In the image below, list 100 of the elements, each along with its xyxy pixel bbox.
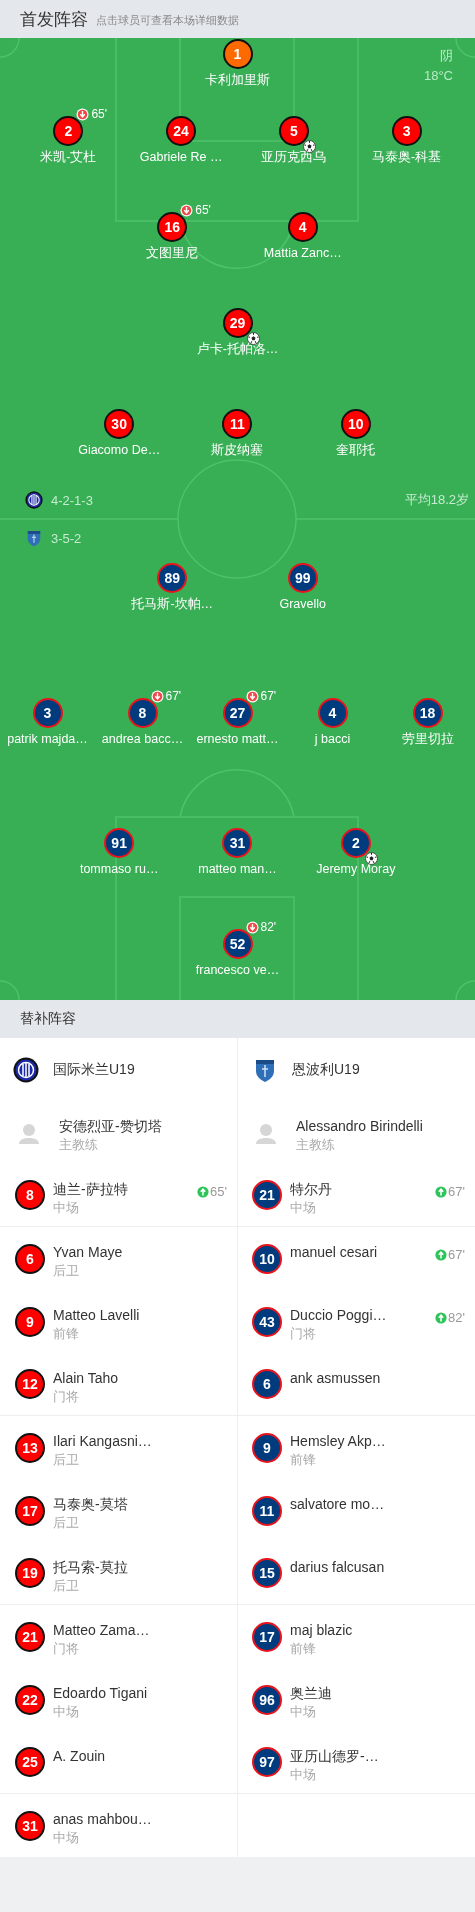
section-title: 首发阵容 xyxy=(20,8,88,31)
player-name: 奎耶托 xyxy=(336,442,376,458)
shirt-number-badge[interactable]: 9 xyxy=(15,1306,45,1337)
player-name[interactable]: Alain Taho xyxy=(53,1369,237,1387)
shirt-number-badge[interactable]: 9 xyxy=(252,1432,282,1463)
player-name[interactable]: 特尔丹 xyxy=(290,1180,428,1198)
substitution-minute: 65' xyxy=(210,1184,227,1199)
shirt-number-badge[interactable]: 31 xyxy=(15,1810,45,1841)
player-name[interactable]: darius falcusan xyxy=(290,1558,475,1576)
player-position: 中场 xyxy=(290,1766,317,1784)
player-name[interactable]: anas mahbou… xyxy=(53,1810,237,1828)
shirt-number-badge[interactable]: 8 xyxy=(15,1180,45,1210)
shirt-number-badge[interactable]: 2 xyxy=(340,828,371,858)
player-position: 前锋 xyxy=(290,1451,317,1469)
shirt-number-badge[interactable]: 52 xyxy=(222,929,253,959)
substitution-minute: 65' xyxy=(91,107,107,121)
player-position: 后卫 xyxy=(53,1514,80,1532)
player-name: Jeremy Moray xyxy=(316,861,396,877)
player-name[interactable]: Hemsley Akp… xyxy=(290,1432,475,1450)
shirt-number-badge[interactable]: 3 xyxy=(391,116,422,146)
coach-name: Alessandro Birindelli xyxy=(296,1117,424,1135)
player-name[interactable]: Yvan Maye xyxy=(53,1243,237,1261)
shirt-number-badge[interactable]: 96 xyxy=(252,1684,282,1715)
substitution-in-icon xyxy=(197,1185,210,1198)
shirt-number-badge[interactable]: 10 xyxy=(252,1243,282,1274)
shirt-number-badge[interactable]: 6 xyxy=(15,1243,45,1274)
shirt-number-badge[interactable]: 17 xyxy=(252,1621,282,1652)
player-position: 前锋 xyxy=(290,1640,317,1658)
player-name[interactable]: manuel cesari xyxy=(290,1243,428,1261)
substitution-minute: 65' xyxy=(195,203,211,217)
player-name[interactable]: Matteo Zama… xyxy=(53,1621,237,1639)
player-name: 劳里切拉 xyxy=(401,731,454,747)
player-name[interactable]: Matteo Lavelli xyxy=(53,1306,237,1324)
shirt-number-badge[interactable]: 99 xyxy=(287,563,318,593)
shirt-number-badge[interactable]: 43 xyxy=(252,1306,282,1337)
shirt-number-badge[interactable]: 29 xyxy=(222,308,253,338)
shirt-number-badge[interactable]: 25 xyxy=(15,1747,45,1777)
shirt-number-badge[interactable]: 5 xyxy=(278,116,309,146)
shirt-number-badge[interactable]: 4 xyxy=(317,698,348,728)
formation-text: 4-2-1-3 xyxy=(51,492,93,508)
shirt-number-badge[interactable]: 21 xyxy=(252,1180,282,1210)
player-name[interactable]: 迪兰-萨拉特 xyxy=(53,1180,190,1198)
shirt-number-badge[interactable]: 22 xyxy=(15,1684,45,1715)
shirt-number-badge[interactable]: 16 xyxy=(157,212,188,242)
shirt-number-badge[interactable]: 2 xyxy=(53,116,84,146)
player-position: 前锋 xyxy=(53,1325,80,1343)
shirt-number-badge[interactable]: 89 xyxy=(157,563,188,593)
shirt-number-badge[interactable]: 21 xyxy=(15,1621,45,1652)
shirt-number-badge[interactable]: 10 xyxy=(340,409,371,439)
player-name[interactable]: 亚历山德罗-… xyxy=(290,1747,475,1765)
shirt-number-badge[interactable]: 6 xyxy=(252,1369,282,1399)
shirt-number-badge[interactable]: 18 xyxy=(412,698,443,728)
player-name[interactable]: A. Zouin xyxy=(53,1747,237,1765)
shirt-number-badge[interactable]: 4 xyxy=(287,212,318,242)
player-name[interactable]: 托马索-莫拉 xyxy=(53,1558,237,1576)
player-name: Giacomo De… xyxy=(78,442,161,458)
shirt-number-badge[interactable]: 24 xyxy=(166,116,197,146)
substitution-minute: 67' xyxy=(260,689,277,703)
shirt-number-badge[interactable]: 8 xyxy=(127,698,158,728)
formation-text: 3-5-2 xyxy=(51,530,82,546)
player-name[interactable]: salvatore mo… xyxy=(290,1495,475,1513)
substitution-minute: 82' xyxy=(260,920,277,934)
substitution-minute: 82' xyxy=(448,1310,465,1325)
player-name: tommaso ru… xyxy=(79,861,159,877)
player-name[interactable]: maj blazic xyxy=(290,1621,475,1639)
player-position: 后卫 xyxy=(53,1262,80,1280)
coach-role: 主教练 xyxy=(296,1136,336,1154)
player-position: 中场 xyxy=(290,1199,317,1217)
shirt-number-badge[interactable]: 27 xyxy=(222,698,253,728)
player-name: Gabriele Re … xyxy=(139,149,223,165)
shirt-number-badge[interactable]: 17 xyxy=(15,1495,45,1526)
player-name[interactable]: ank asmussen xyxy=(290,1369,475,1387)
shirt-number-badge[interactable]: 97 xyxy=(252,1747,282,1777)
weather-text: 阴 xyxy=(440,47,453,65)
coach-name: 安德烈亚-赞切塔 xyxy=(59,1117,163,1135)
shirt-number-badge[interactable]: 19 xyxy=(15,1558,45,1588)
player-name[interactable]: 马泰奥-莫塔 xyxy=(53,1495,237,1513)
shirt-number-badge[interactable]: 11 xyxy=(252,1495,282,1526)
shirt-number-badge[interactable]: 12 xyxy=(15,1369,45,1399)
shirt-number-badge[interactable]: 15 xyxy=(252,1558,282,1588)
shirt-number-badge[interactable]: 13 xyxy=(15,1432,45,1463)
player-name[interactable]: 奥兰迪 xyxy=(290,1684,475,1702)
player-name[interactable]: Ilari Kangasni… xyxy=(53,1432,237,1450)
section-title: 替补阵容 xyxy=(0,1000,475,1038)
shirt-number-badge[interactable]: 3 xyxy=(32,698,63,728)
shirt-number-badge[interactable]: 31 xyxy=(222,828,253,858)
shirt-number-badge[interactable]: 11 xyxy=(222,409,253,439)
shirt-number-badge[interactable]: 30 xyxy=(104,409,135,439)
player-name: 卡利加里斯 xyxy=(205,72,270,88)
corner-arc xyxy=(455,980,475,1000)
shirt-number-badge[interactable]: 91 xyxy=(104,828,135,858)
coach-role: 主教练 xyxy=(59,1136,99,1154)
player-name[interactable]: Duccio Poggi… xyxy=(290,1306,428,1324)
substitution-out-icon xyxy=(245,689,259,703)
player-name[interactable]: Edoardo Tigani xyxy=(53,1684,237,1702)
player-name: Mattia Zanc… xyxy=(263,245,342,261)
player-name: francesco ve… xyxy=(195,962,280,978)
substitution-in-icon xyxy=(435,1185,448,1198)
substitution-out-icon xyxy=(180,203,194,217)
team-crest-icon xyxy=(25,491,43,509)
